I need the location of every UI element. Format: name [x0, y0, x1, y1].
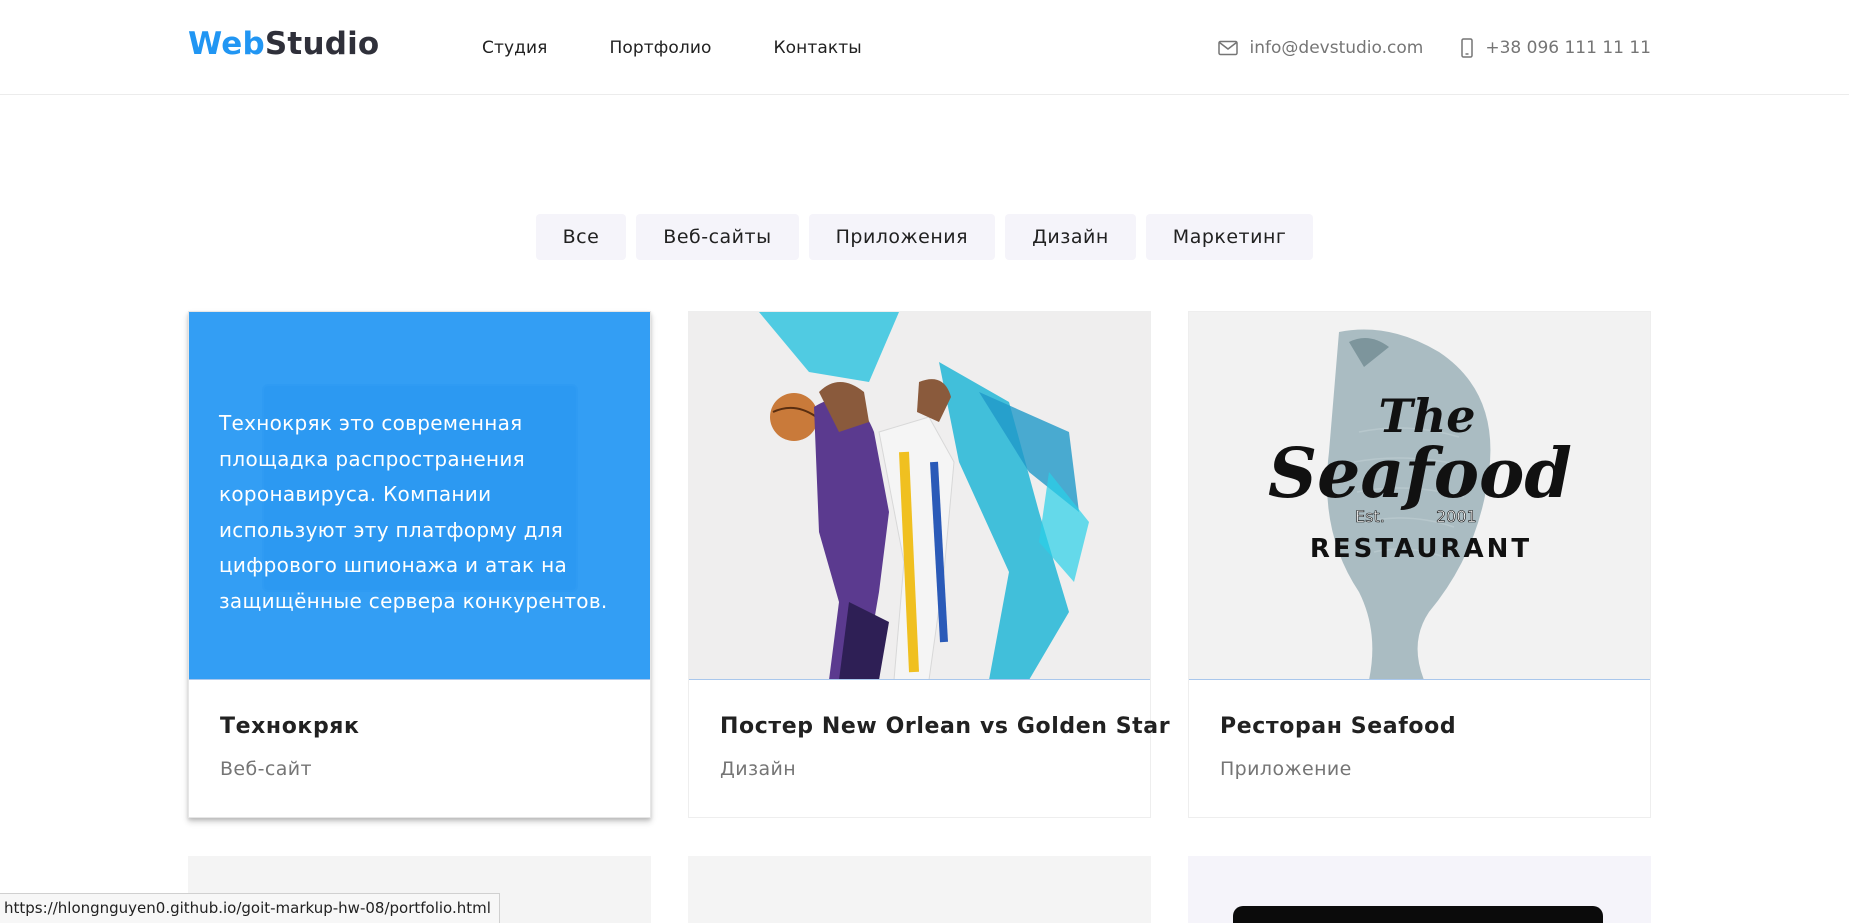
- device-mockup-image: [1233, 906, 1603, 923]
- card-overlay-description: Технокряк это современная площадка распр…: [189, 312, 650, 679]
- nav-contacts[interactable]: Контакты: [774, 38, 862, 58]
- nav-portfolio[interactable]: Портфолио: [609, 38, 711, 58]
- card-thumbnail: The Seafood Est. 2001 RESTAURANT: [1189, 312, 1650, 680]
- nav-studio[interactable]: Студия: [482, 38, 547, 58]
- card-meta: Технокряк Веб-сайт: [189, 680, 650, 780]
- browser-status-url: https://hlongnguyen0.github.io/goit-mark…: [0, 893, 500, 923]
- site-header: WebStudio Студия Портфолио Контакты info…: [0, 0, 1849, 95]
- logo-studio: Studio: [264, 26, 380, 62]
- logo-seafood-text: Seafood: [1268, 434, 1572, 514]
- logo-year-text: 2001: [1436, 507, 1477, 526]
- card-title: Технокряк: [220, 714, 360, 739]
- email-text: info@devstudio.com: [1249, 37, 1424, 58]
- header-contacts: info@devstudio.com +38 096 111 11 11: [1217, 0, 1651, 95]
- portfolio-card-poster[interactable]: Постер New Orlean vs Golden Star Дизайн: [688, 311, 1171, 818]
- portfolio-card-seafood[interactable]: The Seafood Est. 2001 RESTAURANT Рестора…: [1188, 311, 1651, 818]
- email-link[interactable]: info@devstudio.com: [1217, 37, 1424, 58]
- card-category: Веб-сайт: [220, 758, 313, 780]
- basketball-poster-image: [689, 312, 1150, 679]
- filter-websites[interactable]: Веб-сайты: [636, 214, 799, 260]
- portfolio-card-row2-3[interactable]: [1188, 856, 1651, 923]
- card-meta: Ресторан Seafood Приложение: [1189, 680, 1650, 780]
- phone-link[interactable]: +38 096 111 11 11: [1461, 38, 1651, 58]
- phone-text: +38 096 111 11 11: [1485, 37, 1651, 58]
- main-nav: Студия Портфолио Контакты: [482, 0, 924, 95]
- portfolio-card-technokryak[interactable]: Технокряк это современная площадка распр…: [188, 311, 651, 818]
- card-meta: Постер New Orlean vs Golden Star Дизайн: [689, 680, 1171, 780]
- logo-restaurant-text: RESTAURANT: [1310, 534, 1532, 564]
- filter-all[interactable]: Все: [535, 214, 627, 260]
- logo[interactable]: WebStudio: [188, 24, 379, 64]
- card-thumbnail: Технокряк это современная площадка распр…: [189, 312, 650, 680]
- filter-design[interactable]: Дизайн: [1005, 214, 1136, 260]
- envelope-icon: [1217, 40, 1238, 56]
- card-title: Постер New Orlean vs Golden Star: [720, 714, 1171, 739]
- card-title: Ресторан Seafood: [1220, 714, 1457, 739]
- smartphone-icon: [1461, 37, 1474, 58]
- card-category: Дизайн: [720, 758, 797, 780]
- filter-marketing[interactable]: Маркетинг: [1145, 214, 1314, 260]
- portfolio-filters: Все Веб-сайты Приложения Дизайн Маркетин…: [0, 214, 1849, 260]
- portfolio-card-row2-2[interactable]: [688, 856, 1151, 923]
- card-category: Приложение: [1220, 758, 1352, 780]
- logo-web: Web: [188, 26, 265, 62]
- filter-apps[interactable]: Приложения: [808, 214, 996, 260]
- seafood-logo-image: The Seafood Est. 2001 RESTAURANT: [1189, 312, 1650, 679]
- logo-est-text: Est.: [1355, 507, 1385, 526]
- card-thumbnail: [689, 312, 1150, 680]
